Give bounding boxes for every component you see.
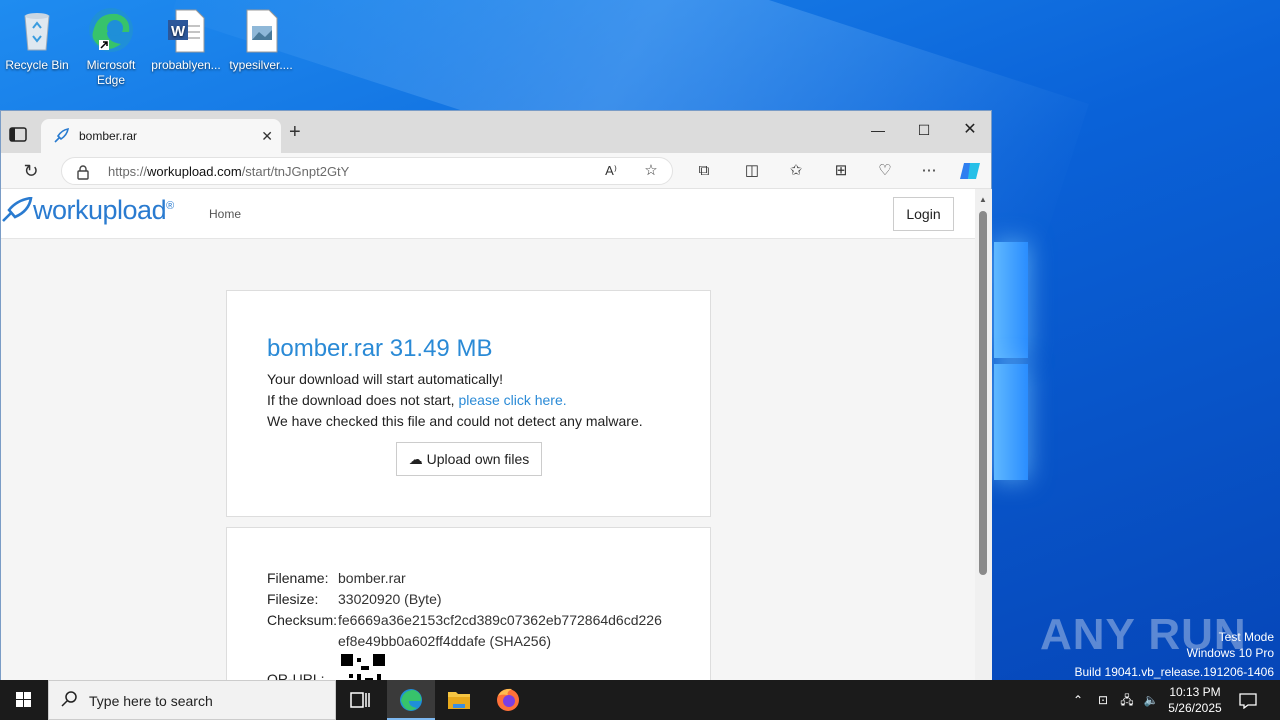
desktop-icon-recycle-bin[interactable]: Recycle Bin [1, 6, 73, 73]
nav-home-link[interactable]: Home [209, 207, 241, 221]
search-placeholder: Type here to search [89, 693, 213, 709]
image-file-icon [237, 6, 285, 54]
browser-toolbar: ↻ https://workupload.com/start/tnJGnpt2G… [1, 153, 991, 189]
desktop-icon-label: Microsoft Edge [86, 58, 136, 87]
test-mode-label: Test Mode [1218, 630, 1274, 644]
desktop-icon-label: typesilver.... [229, 58, 293, 72]
taskbar-clock[interactable]: 10:13 PM 5/26/2025 [1160, 684, 1230, 716]
more-options-icon[interactable]: ⋯ [917, 159, 941, 183]
word-document-icon: W [162, 6, 210, 54]
desktop-icon-label: probablyen... [151, 58, 221, 72]
taskbar-search-box[interactable]: Type here to search [48, 680, 336, 720]
edge-browser-window: bomber.rar ✕ + — ☐ ✕ ↻ https://workuploa… [0, 110, 992, 681]
tab-bar: bomber.rar ✕ + — ☐ ✕ [1, 111, 991, 153]
recycle-bin-icon [13, 6, 61, 54]
windows-start-icon [16, 692, 31, 707]
desktop-icon-image-file[interactable]: typesilver.... [225, 6, 297, 73]
windows-logo-wallpaper [994, 242, 1028, 480]
os-edition-label: Windows 10 Pro [1186, 646, 1274, 660]
taskbar: Type here to search ⌃ ⊡ 🖧 🔈 10:13 PM 5/2… [0, 680, 1280, 720]
click-here-link[interactable]: please click here. [458, 392, 566, 408]
checksum-value-line2: ef8e49bb0a602ff4ddafe (SHA256) [338, 633, 552, 649]
checksum-label: Checksum: [267, 612, 338, 628]
upload-own-files-button[interactable]: ☁ Upload own files [396, 442, 542, 476]
fallback-download-text: If the download does not start, please c… [267, 392, 567, 408]
copilot-icon[interactable] [958, 159, 982, 183]
auto-download-text: Your download will start automatically! [267, 371, 504, 387]
new-tab-icon[interactable]: + [289, 121, 301, 144]
search-icon [61, 690, 79, 713]
address-bar[interactable]: https://workupload.com/start/tnJGnpt2GtY [61, 157, 673, 185]
lock-icon [76, 164, 90, 185]
file-explorer-icon [448, 692, 470, 709]
browser-essentials-icon[interactable]: ♡ [873, 159, 897, 183]
url-text: https://workupload.com/start/tnJGnpt2GtY [108, 164, 350, 179]
device-icon[interactable]: ⊡ [1094, 680, 1112, 720]
scrollbar-thumb[interactable] [979, 211, 987, 575]
firefox-icon [497, 688, 519, 711]
filesize-value: 33020920 (Byte) [338, 591, 442, 607]
favorite-star-icon[interactable]: ☆ [639, 159, 663, 183]
workupload-logo[interactable]: workupload® [1, 195, 174, 226]
rocket-favicon-icon [53, 128, 69, 149]
close-tab-icon[interactable]: ✕ [261, 128, 273, 145]
extensions-icon[interactable]: ⧉ [692, 159, 716, 183]
scroll-up-icon[interactable]: ▲ [979, 195, 987, 204]
checksum-value-line1: fe6669a36e2153cf2cd389c07362eb772864d6cd… [338, 612, 662, 628]
filename-value: bomber.rar [338, 570, 406, 586]
favorites-icon[interactable]: ✩ [784, 159, 808, 183]
tab-actions-icon[interactable] [7, 123, 31, 147]
os-build-label: Build 19041.vb_release.191206-1406 [1074, 665, 1275, 679]
taskbar-file-explorer-button[interactable] [435, 680, 483, 720]
start-button[interactable] [0, 680, 48, 720]
split-screen-icon[interactable]: ◫ [740, 159, 764, 183]
clock-time: 10:13 PM [1169, 685, 1221, 699]
cloud-upload-icon: ☁ [408, 451, 423, 467]
task-view-button[interactable] [336, 680, 384, 720]
web-page: workupload® Home Login bomber.rar 31.49 … [1, 189, 975, 681]
edge-icon [87, 6, 135, 54]
volume-icon[interactable]: 🔈 [1141, 680, 1161, 720]
network-icon[interactable]: 🖧 [1117, 680, 1137, 720]
close-window-icon[interactable]: ✕ [947, 115, 993, 145]
malware-check-text: We have checked this file and could not … [267, 413, 643, 429]
login-button[interactable]: Login [893, 197, 954, 231]
filename-label: Filename: [267, 570, 329, 586]
desktop-icon-word-doc[interactable]: W probablyen... [150, 6, 222, 73]
desktop-icon-label: Recycle Bin [5, 58, 69, 72]
file-details-card: Filename: bomber.rar Filesize: 33020920 … [226, 527, 711, 681]
collections-icon[interactable]: ⊞ [829, 159, 853, 183]
download-card: bomber.rar 31.49 MB Your download will s… [226, 290, 711, 517]
edge-icon [400, 689, 422, 711]
task-view-icon [350, 692, 370, 708]
site-header: workupload® Home Login [1, 189, 975, 239]
download-title: bomber.rar 31.49 MB [267, 335, 493, 362]
show-hidden-icons[interactable]: ⌃ [1068, 680, 1088, 720]
tab-bomber-rar[interactable]: bomber.rar ✕ [41, 119, 281, 153]
desktop-icon-edge[interactable]: Microsoft Edge [75, 6, 147, 88]
minimize-icon[interactable]: — [855, 115, 901, 145]
tab-title: bomber.rar [79, 129, 138, 143]
taskbar-firefox-button[interactable] [484, 680, 532, 720]
page-scrollbar[interactable]: ▲ [975, 189, 992, 681]
taskbar-edge-button[interactable] [387, 680, 435, 720]
filesize-label: Filesize: [267, 591, 319, 607]
qr-code-image [341, 654, 385, 681]
notifications-icon[interactable] [1236, 680, 1260, 720]
refresh-icon[interactable]: ↻ [19, 159, 43, 183]
clock-date: 5/26/2025 [1168, 701, 1222, 715]
maximize-icon[interactable]: ☐ [901, 115, 947, 145]
svg-text:W: W [171, 23, 186, 40]
read-aloud-icon[interactable]: A⁾ [599, 159, 623, 183]
